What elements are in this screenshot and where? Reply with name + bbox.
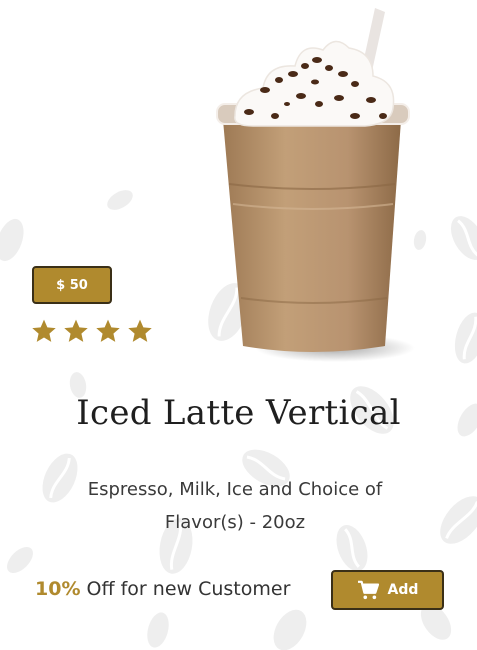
promo-percent: 10% bbox=[35, 578, 81, 600]
star-icon bbox=[64, 319, 88, 342]
star-icon bbox=[128, 319, 152, 342]
product-title: Iced Latte Vertical bbox=[76, 393, 401, 433]
star-icon bbox=[32, 319, 56, 342]
add-button-label: Add bbox=[387, 582, 419, 598]
description-line-1: Espresso, Milk, Ice and Choice of bbox=[87, 479, 383, 500]
product-card: $ 50 Iced Latte Vertical Espresso, Milk,… bbox=[0, 0, 477, 650]
promo-label: Off for new Customer bbox=[80, 578, 291, 600]
promo-text: 10% Off for new Customer bbox=[35, 578, 290, 600]
price-badge: $ 50 bbox=[32, 266, 112, 304]
price-label: $ 50 bbox=[56, 277, 88, 293]
star-icon bbox=[96, 319, 120, 342]
shopping-cart-icon bbox=[357, 580, 379, 600]
product-description: Espresso, Milk, Ice and Choice of Flavor… bbox=[60, 473, 410, 539]
rating-stars bbox=[31, 318, 153, 344]
add-to-cart-button[interactable]: Add bbox=[331, 570, 444, 610]
description-line-2: Flavor(s) - 20oz bbox=[164, 512, 306, 533]
iced-latte-image bbox=[216, 8, 415, 362]
